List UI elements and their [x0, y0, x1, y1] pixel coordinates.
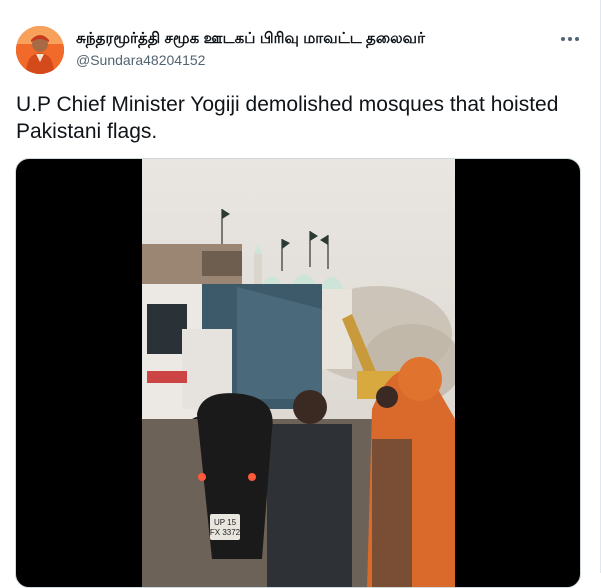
license-plate-text: UP 15 [214, 518, 237, 527]
video-frame[interactable]: UP 15 FX 3372 [142, 159, 455, 587]
video-player[interactable]: UP 15 FX 3372 [15, 158, 581, 588]
more-horizontal-icon [561, 37, 579, 41]
license-plate-text-2: FX 3372 [210, 528, 241, 537]
video-scene-image: UP 15 FX 3372 [142, 159, 455, 587]
more-button[interactable] [556, 28, 584, 50]
author-display-name[interactable]: சுந்தரமூர்த்தி சமூக ஊடகப் பிரிவு மாவட்ட … [76, 30, 425, 47]
avatar-photo-icon [16, 26, 64, 74]
author-info: சுந்தரமூர்த்தி சமூக ஊடகப் பிரிவு மாவட்ட … [76, 30, 546, 49]
tweet-card[interactable]: சுந்தரமூர்த்தி சமூக ஊடகப் பிரிவு மாவட்ட … [0, 0, 601, 588]
author-handle[interactable]: @Sundara48204152 [76, 52, 205, 68]
tweet-text: U.P Chief Minister Yogiji demolished mos… [16, 93, 559, 143]
avatar[interactable] [16, 26, 64, 74]
